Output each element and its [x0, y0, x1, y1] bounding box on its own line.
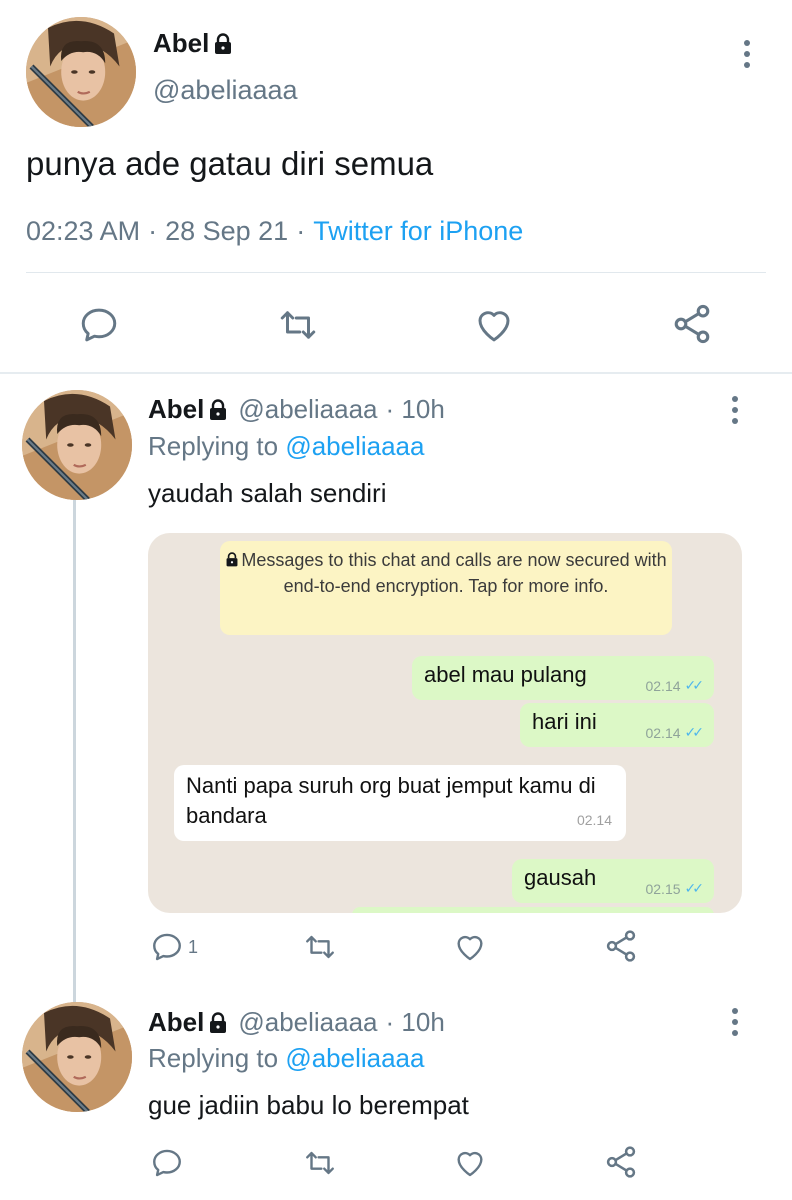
message-time: 02.14: [576, 812, 612, 828]
reply-icon: [78, 304, 120, 346]
tweet-date[interactable]: 28 Sep 21: [165, 216, 288, 247]
avatar-image: [22, 390, 132, 500]
message-text: hari ini: [532, 709, 597, 734]
chat-message-out: gausah 02.15 ✓✓: [512, 859, 714, 903]
chat-message-in: Nanti papa suruh org buat jemput kamu di…: [174, 765, 626, 841]
replying-mention-link[interactable]: @abeliaaaa: [285, 1043, 424, 1073]
retweet-icon: [302, 1146, 338, 1180]
avatar-image: [26, 17, 136, 127]
thread-line: [73, 500, 76, 1005]
reply-icon: [150, 1146, 184, 1180]
reply-text: gue jadiin babu lo berempat: [148, 1090, 469, 1120]
encryption-notice-text: Messages to this chat and calls are now …: [241, 550, 667, 596]
tweet-source-link[interactable]: Twitter for iPhone: [313, 216, 523, 247]
lock-icon: [225, 552, 239, 567]
replying-to: Replying to @abeliaaaa: [148, 431, 424, 462]
reply-text: yaudah salah sendiri: [148, 478, 387, 508]
tweet-age: · 10h: [385, 1007, 445, 1037]
read-ticks-icon: ✓✓: [684, 724, 705, 740]
heart-icon: [452, 1146, 488, 1180]
reply-header: Abel @abeliaaaa · 10h: [148, 394, 445, 425]
avatar[interactable]: [22, 390, 132, 500]
read-ticks-icon: ✓✓: [684, 677, 705, 693]
attached-chat-image[interactable]: Messages to this chat and calls are now …: [148, 533, 742, 913]
message-time-text: 02.15: [645, 880, 681, 897]
chat-message-out: abel mau pulang 02.14 ✓✓: [412, 656, 714, 700]
message-time: 02.15 ✓✓: [645, 880, 705, 897]
author-handle[interactable]: @abeliaaaa: [238, 1007, 377, 1038]
share-button[interactable]: [603, 928, 639, 964]
message-text: gausah: [524, 865, 597, 890]
reply-button[interactable]: 1: [150, 930, 198, 964]
message-text: Nanti papa suruh org buat jemput kamu di…: [186, 773, 596, 828]
tweet-meta: 02:23 AM · 28 Sep 21 · Twitter for iPhon…: [26, 216, 523, 247]
retweet-button[interactable]: [276, 304, 320, 346]
encryption-notice: Messages to this chat and calls are now …: [220, 541, 672, 635]
author-name[interactable]: Abel: [153, 28, 233, 59]
reply-header: Abel @abeliaaaa · 10h: [148, 1007, 445, 1038]
avatar[interactable]: [26, 17, 136, 127]
retweet-icon: [276, 304, 320, 346]
divider: [0, 372, 792, 374]
message-text: abel mau pulang: [424, 662, 587, 687]
meta-separator: ·: [148, 216, 158, 246]
more-vertical-icon[interactable]: [730, 396, 740, 424]
lock-icon: [208, 1012, 228, 1034]
tweet-text: punya ade gatau diri semua: [26, 145, 434, 182]
message-time-text: 02.14: [645, 724, 681, 741]
avatar[interactable]: [22, 1002, 132, 1112]
replying-label: Replying to: [148, 431, 279, 461]
divider: [26, 272, 766, 273]
reply-icon: [150, 930, 184, 964]
lock-icon: [213, 33, 233, 55]
retweet-icon: [302, 930, 338, 964]
like-button[interactable]: [472, 304, 516, 346]
reply-button[interactable]: [78, 304, 120, 346]
share-button[interactable]: [603, 1144, 639, 1180]
replying-to: Replying to @abeliaaaa: [148, 1043, 424, 1074]
tweet-age: · 10h: [385, 394, 445, 424]
like-button[interactable]: [452, 1146, 488, 1180]
replying-mention-link[interactable]: @abeliaaaa: [285, 431, 424, 461]
reply-button[interactable]: [150, 1146, 184, 1180]
like-button[interactable]: [452, 930, 488, 964]
retweet-button[interactable]: [302, 1146, 338, 1180]
author-name[interactable]: Abel: [148, 394, 204, 425]
author-name-text: Abel: [153, 28, 210, 58]
chat-message-out: hari ini 02.14 ✓✓: [520, 703, 714, 747]
retweet-button[interactable]: [302, 930, 338, 964]
avatar-image: [22, 1002, 132, 1112]
share-icon: [603, 928, 639, 964]
message-time-text: 02.14: [645, 677, 681, 694]
read-ticks-icon: ✓✓: [684, 880, 705, 896]
author-handle[interactable]: @abeliaaaa: [238, 394, 377, 425]
message-time: 02.14 ✓✓: [645, 677, 705, 694]
share-icon: [670, 302, 714, 346]
heart-icon: [452, 930, 488, 964]
share-button[interactable]: [670, 302, 714, 346]
more-vertical-icon[interactable]: [742, 40, 752, 68]
message-time: 02.14 ✓✓: [645, 724, 705, 741]
tweet-time[interactable]: 02:23 AM: [26, 216, 140, 247]
replying-label: Replying to: [148, 1043, 279, 1073]
author-name[interactable]: Abel: [148, 1007, 204, 1038]
chat-message-out-partial: [352, 907, 714, 913]
share-icon: [603, 1144, 639, 1180]
reply-count: 1: [188, 936, 199, 957]
more-vertical-icon[interactable]: [730, 1008, 740, 1036]
lock-icon: [208, 399, 228, 421]
author-handle[interactable]: @abeliaaaa: [153, 75, 298, 106]
heart-icon: [472, 304, 516, 346]
meta-separator: ·: [296, 216, 306, 246]
